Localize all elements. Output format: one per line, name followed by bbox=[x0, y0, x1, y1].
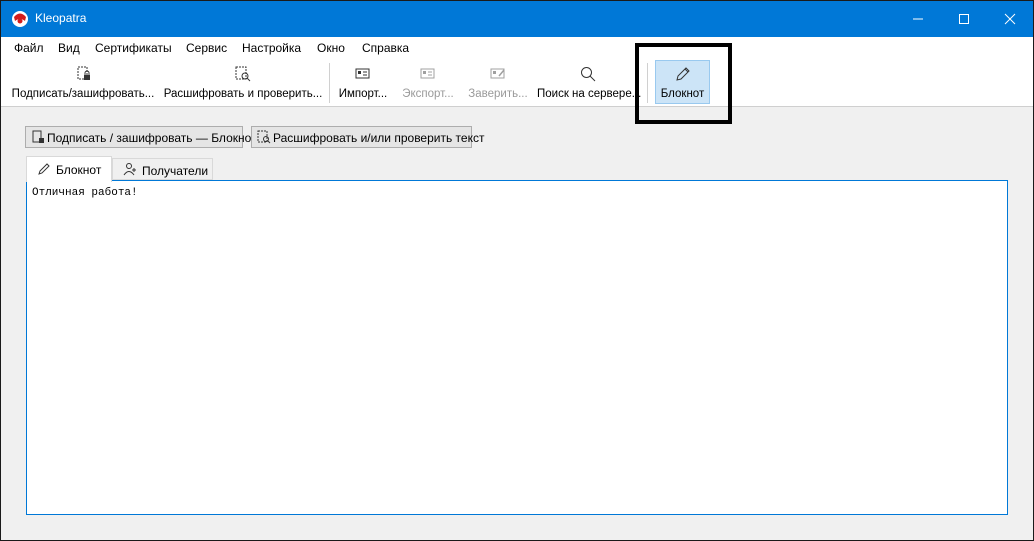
kleopatra-window: Kleopatra Файл Вид Сертификаты Сервис На… bbox=[0, 0, 1034, 541]
menu-certificates[interactable]: Сертификаты bbox=[95, 41, 172, 55]
pencil-icon bbox=[38, 163, 50, 175]
menu-tools[interactable]: Сервис bbox=[186, 41, 227, 55]
sign-encrypt-icon bbox=[32, 130, 44, 143]
window-title: Kleopatra bbox=[35, 11, 87, 25]
menu-view[interactable]: Вид bbox=[58, 41, 80, 55]
import-label: Импорт... bbox=[338, 88, 388, 100]
sign-encrypt-button[interactable]: Подписать/зашифровать... bbox=[9, 61, 157, 105]
menu-help[interactable]: Справка bbox=[362, 41, 409, 55]
export-label: Экспорт... bbox=[402, 88, 454, 100]
minimize-icon bbox=[913, 18, 923, 20]
menu-bar: Файл Вид Сертификаты Сервис Настройка Ок… bbox=[1, 37, 1033, 59]
close-icon bbox=[1004, 13, 1016, 25]
search-icon bbox=[581, 67, 596, 82]
add-user-icon bbox=[123, 163, 136, 176]
decrypt-verify-icon bbox=[235, 66, 251, 82]
import-button[interactable]: Импорт... bbox=[334, 61, 392, 105]
export-button[interactable]: Экспорт... bbox=[397, 61, 459, 105]
title-bar[interactable]: Kleopatra bbox=[1, 1, 1033, 37]
toolbar-separator bbox=[329, 63, 330, 103]
minimize-button[interactable] bbox=[895, 1, 941, 37]
kleopatra-logo-icon bbox=[12, 11, 28, 27]
decrypt-verify-text-button[interactable]: Расшифровать и/или проверить текст bbox=[251, 126, 484, 148]
editor-content: Отличная работа! bbox=[32, 187, 138, 199]
certify-button[interactable]: Заверить... bbox=[464, 61, 532, 105]
maximize-button[interactable] bbox=[941, 1, 987, 37]
certify-icon bbox=[490, 68, 505, 79]
decrypt-verify-label: Расшифровать и проверить... bbox=[163, 88, 323, 100]
main-toolbar: Подписать/зашифровать... Расшифровать и … bbox=[1, 59, 1033, 107]
certify-label: Заверить... bbox=[468, 88, 528, 100]
tab-notepad-label: Блокнот bbox=[56, 163, 102, 177]
tab-recipients[interactable]: Получатели bbox=[112, 158, 213, 180]
tab-recipients-label: Получатели bbox=[142, 164, 209, 178]
sign-encrypt-notepad-button[interactable]: Подписать / зашифровать — Блокнот bbox=[25, 126, 257, 148]
tab-notepad[interactable]: Блокнот bbox=[26, 156, 112, 182]
decrypt-verify-button[interactable]: Расшифровать и проверить... bbox=[161, 61, 325, 105]
sign-encrypt-icon bbox=[77, 66, 90, 80]
import-icon bbox=[355, 68, 370, 79]
close-button[interactable] bbox=[987, 1, 1033, 37]
lookup-server-button[interactable]: Поиск на сервере... bbox=[537, 61, 642, 105]
maximize-icon bbox=[959, 14, 969, 24]
sign-encrypt-label: Подписать/зашифровать... bbox=[11, 88, 155, 100]
lookup-server-label: Поиск на сервере... bbox=[537, 88, 642, 100]
menu-window[interactable]: Окно bbox=[317, 41, 345, 55]
export-icon bbox=[420, 68, 435, 79]
highlight-annotation bbox=[635, 43, 732, 124]
sign-encrypt-notepad-label: Подписать / зашифровать — Блокнот bbox=[47, 131, 257, 145]
menu-file[interactable]: Файл bbox=[14, 41, 44, 55]
decrypt-verify-icon bbox=[257, 130, 271, 144]
notepad-text-editor[interactable]: Отличная работа! bbox=[26, 180, 1008, 515]
decrypt-verify-text-label: Расшифровать и/или проверить текст bbox=[273, 131, 485, 145]
menu-settings[interactable]: Настройка bbox=[242, 41, 301, 55]
